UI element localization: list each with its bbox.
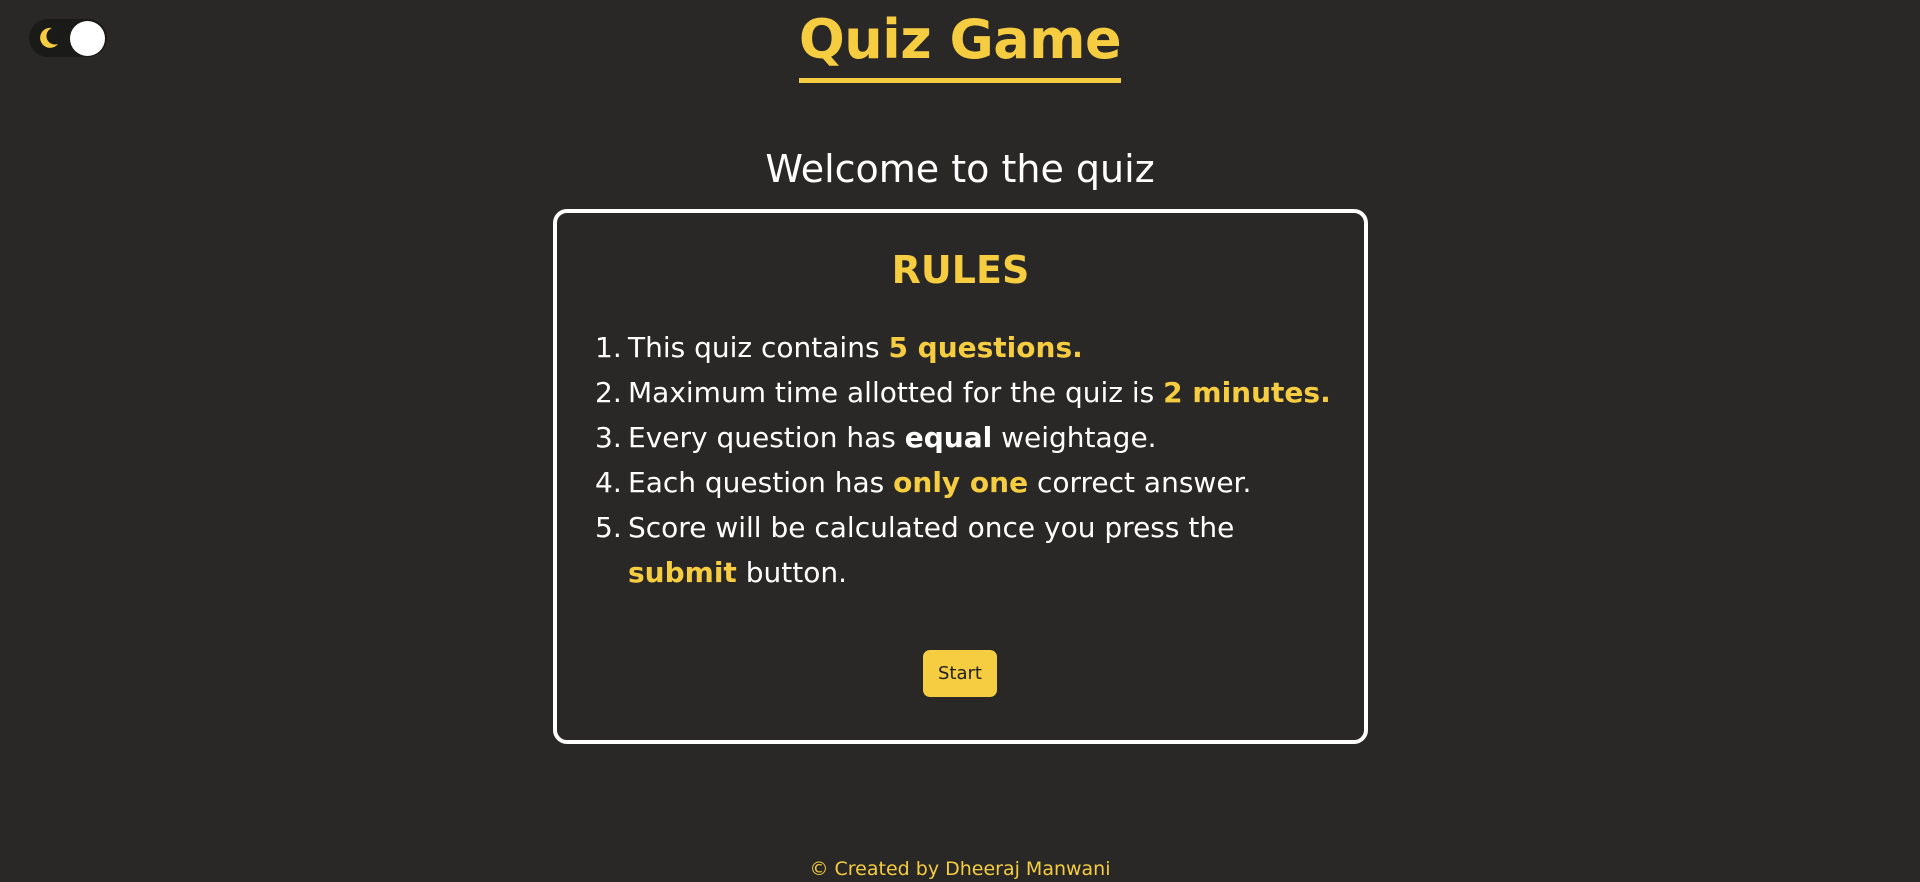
- rule-number: 4.: [595, 466, 622, 499]
- footer-credit: © Created by Dheeraj Manwani: [809, 858, 1111, 880]
- rule-text: This quiz contains: [628, 331, 889, 364]
- rule-text: button.: [736, 556, 847, 589]
- rule-item: 3. Every question has equal weightage.: [595, 415, 1335, 460]
- rule-item: 4. Each question has only one correct ans…: [595, 460, 1335, 505]
- rule-emphasis: 2 minutes.: [1163, 376, 1331, 409]
- rule-text: Each question has: [628, 466, 894, 499]
- welcome-text: Welcome to the quiz: [765, 147, 1155, 191]
- rule-emphasis: only one: [893, 466, 1029, 499]
- header: Quiz Game: [0, 8, 1920, 83]
- rule-emphasis: 5 questions.: [888, 331, 1083, 364]
- rule-number: 3.: [595, 421, 622, 454]
- rule-text: correct answer.: [1028, 466, 1252, 499]
- rules-list: 1. This quiz contains 5 questions. 2. Maxim…: [595, 325, 1335, 595]
- rule-text: weightage.: [992, 421, 1157, 454]
- rule-text: Maximum time allotted for the quiz is: [628, 376, 1164, 409]
- rule-number: 2.: [595, 376, 622, 409]
- rules-heading: RULES: [891, 248, 1030, 292]
- rules-card: RULES 1. This quiz contains 5 questions. 2…: [553, 209, 1368, 744]
- rule-emphasis: equal: [904, 421, 993, 454]
- rule-item: 5. Score will be calculated once you pres…: [595, 505, 1335, 595]
- rule-item: 2. Maximum time allotted for the quiz is …: [595, 370, 1335, 415]
- rule-number: 1.: [595, 331, 622, 364]
- start-button[interactable]: Start: [923, 650, 997, 697]
- rule-text: Score will be calculated once you press …: [628, 511, 1235, 544]
- rule-item: 1. This quiz contains 5 questions.: [595, 325, 1335, 370]
- rule-text: Every question has: [628, 421, 905, 454]
- rule-emphasis: submit: [628, 556, 737, 589]
- rule-number: 5.: [595, 511, 622, 544]
- quiz-page: Quiz Game Welcome to the quiz RULES 1. Th…: [0, 0, 1920, 882]
- page-title: Quiz Game: [798, 8, 1122, 83]
